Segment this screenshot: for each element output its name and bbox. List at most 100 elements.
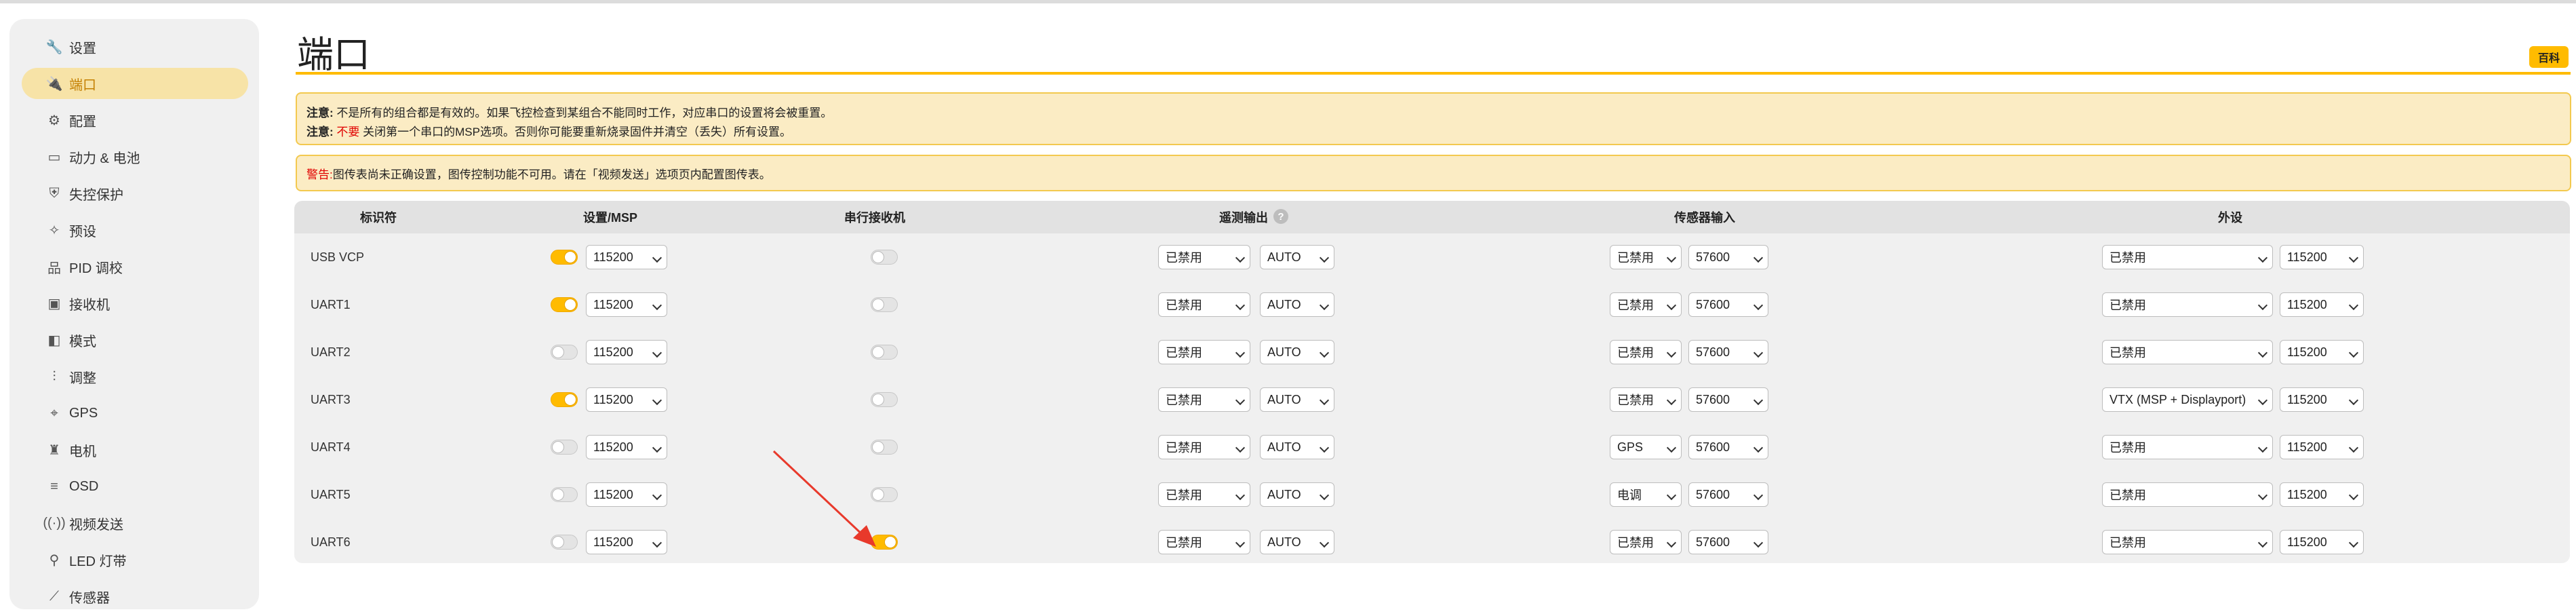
msp-toggle[interactable] [551,535,578,550]
sidebar-item[interactable]: ⫶ 调整 [22,361,248,392]
peripheral-select[interactable]: 已禁用 [2102,292,2273,317]
sensor-select[interactable]: 已禁用 [1610,292,1682,317]
telemetry-select[interactable]: 已禁用 [1158,292,1250,317]
peripheral-baud-select[interactable]: 115200 [2280,292,2364,317]
serial-rx-toggle[interactable] [871,487,898,502]
telemetry-baud-select[interactable]: AUTO [1260,292,1334,317]
sensor-baud-select[interactable]: 57600 [1688,482,1768,507]
sidebar: 🔧 设置 🔌 端口 ⚙ 配置 ▭ 动力 & 电池 ⛨ 失控保护 ✧ 预设品 PID 调校 ▣ 接收机 ◧ 模式 ⫶… [9,19,259,609]
sidebar-item[interactable]: 🔧 设置 [22,31,248,62]
peripheral-baud-select-value: 115200 [2287,297,2327,311]
peripheral-baud-select[interactable]: 115200 [2280,435,2364,459]
peripheral-baud-select[interactable]: 115200 [2280,245,2364,269]
peripheral-baud-select[interactable]: 115200 [2280,482,2364,507]
msp-baud-select[interactable]: 115200 [586,530,667,554]
serial-rx-toggle[interactable] [871,297,898,312]
telemetry-baud-select[interactable]: AUTO [1260,340,1334,364]
sidebar-item[interactable]: ▭ 动力 & 电池 [22,141,248,172]
msp-baud-select[interactable]: 115200 [586,245,667,269]
sidebar-item[interactable]: 品 PID 调校 [22,251,248,282]
header-sensor-input: 传感器输入 [1674,211,1735,225]
serial-rx-toggle[interactable] [871,250,898,265]
msp-baud-select[interactable]: 115200 [586,292,667,317]
msp-baud-select[interactable]: 115200 [586,387,667,412]
sensor-select[interactable]: 已禁用 [1610,245,1682,269]
sensor-baud-select[interactable]: 57600 [1688,530,1768,554]
telemetry-baud-select[interactable]: AUTO [1260,435,1334,459]
telemetry-select[interactable]: 已禁用 [1158,435,1250,459]
sidebar-item[interactable]: ♜ 电机 [22,434,248,465]
telemetry-baud-select[interactable]: AUTO [1260,530,1334,554]
sensor-select[interactable]: 电调 [1610,482,1682,507]
serial-rx-toggle[interactable] [871,345,898,360]
telemetry-baud-select[interactable]: AUTO [1260,482,1334,507]
note-line-2: 注意: 不要 关闭第一个串口的MSP选项。否则你可能要重新烧录固件并清空（丢失）… [306,122,791,139]
table-row: UART3 115200 已禁用 AUTO 已禁用 57600 VTX (MSP + Dis… [294,376,2570,423]
serial-rx-toggle[interactable] [871,535,898,550]
peripheral-select-value: 已禁用 [2109,299,2146,312]
msp-toggle[interactable] [551,345,578,360]
sensor-select[interactable]: GPS [1610,435,1682,459]
sidebar-item[interactable]: ⚲ LED 灯带 [22,544,248,575]
msp-baud-select[interactable]: 115200 [586,435,667,459]
sidebar-item[interactable]: ⟋ 传感器 [22,581,248,612]
header-serial-rx: 串行接收机 [844,211,905,225]
peripheral-select[interactable]: 已禁用 [2102,482,2273,507]
sidebar-item[interactable]: 🔌 端口 [22,68,248,99]
serial-rx-toggle[interactable] [871,440,898,455]
sidebar-item[interactable]: ((·)) 视频发送 [22,508,248,539]
msp-toggle[interactable] [551,440,578,455]
msp-toggle[interactable] [551,250,578,265]
sensor-baud-select[interactable]: 57600 [1688,245,1768,269]
msp-baud-select[interactable]: 115200 [586,340,667,364]
help-icon[interactable]: ? [1273,209,1288,224]
sensor-baud-select[interactable]: 57600 [1688,340,1768,364]
chevron-down-icon [1666,395,1677,406]
telemetry-select[interactable]: 已禁用 [1158,340,1250,364]
msp-toggle[interactable] [551,297,578,312]
sidebar-item[interactable]: ✧ 预设 [22,214,248,246]
peripheral-baud-select[interactable]: 115200 [2280,340,2364,364]
sensor-select-value: 已禁用 [1617,299,1654,312]
sidebar-item-label: 调整 [69,370,96,386]
peripheral-baud-select[interactable]: 115200 [2280,530,2364,554]
sensor-baud-select[interactable]: 57600 [1688,435,1768,459]
sidebar-item[interactable]: ⛨ 失控保护 [22,178,248,209]
peripheral-select[interactable]: 已禁用 [2102,245,2273,269]
sensor-select[interactable]: 已禁用 [1610,340,1682,364]
telemetry-baud-select[interactable]: AUTO [1260,245,1334,269]
peripheral-select[interactable]: 已禁用 [2102,435,2273,459]
peripheral-baud-select-value: 115200 [2287,250,2327,264]
telemetry-select[interactable]: 已禁用 [1158,387,1250,412]
sidebar-item[interactable]: ⚙ 配置 [22,104,248,136]
chevron-down-icon [1235,347,1246,358]
telemetry-select[interactable]: 已禁用 [1158,482,1250,507]
peripheral-select[interactable]: 已禁用 [2102,530,2273,554]
peripheral-select[interactable]: VTX (MSP + Displayport) [2102,387,2273,412]
sensor-baud-select[interactable]: 57600 [1688,292,1768,317]
sidebar-item-label: LED 灯带 [69,554,127,569]
chevron-down-icon [1235,300,1246,311]
sidebar-item-label: 电机 [69,444,96,459]
sidebar-item[interactable]: ⌖ GPS [22,398,248,429]
sidebar-item-label: 端口 [69,77,96,93]
peripheral-select[interactable]: 已禁用 [2102,340,2273,364]
sidebar-item[interactable]: ◧ 模式 [22,324,248,356]
telemetry-baud-select-value: AUTO [1267,392,1301,406]
telemetry-baud-select[interactable]: AUTO [1260,387,1334,412]
magic-wand-icon: ✧ [48,223,60,238]
msp-toggle[interactable] [551,392,578,407]
serial-rx-toggle[interactable] [871,392,898,407]
sensor-baud-select[interactable]: 57600 [1688,387,1768,412]
wiki-button[interactable]: 百科 [2529,46,2569,68]
msp-baud-select[interactable]: 115200 [586,482,667,507]
sensor-select[interactable]: 已禁用 [1610,530,1682,554]
chevron-down-icon [2348,442,2359,453]
sidebar-item[interactable]: ≡ OSD [22,471,248,502]
msp-toggle[interactable] [551,487,578,502]
sidebar-item[interactable]: ▣ 接收机 [22,288,248,319]
sensor-select[interactable]: 已禁用 [1610,387,1682,412]
telemetry-select[interactable]: 已禁用 [1158,245,1250,269]
telemetry-select[interactable]: 已禁用 [1158,530,1250,554]
peripheral-baud-select[interactable]: 115200 [2280,387,2364,412]
